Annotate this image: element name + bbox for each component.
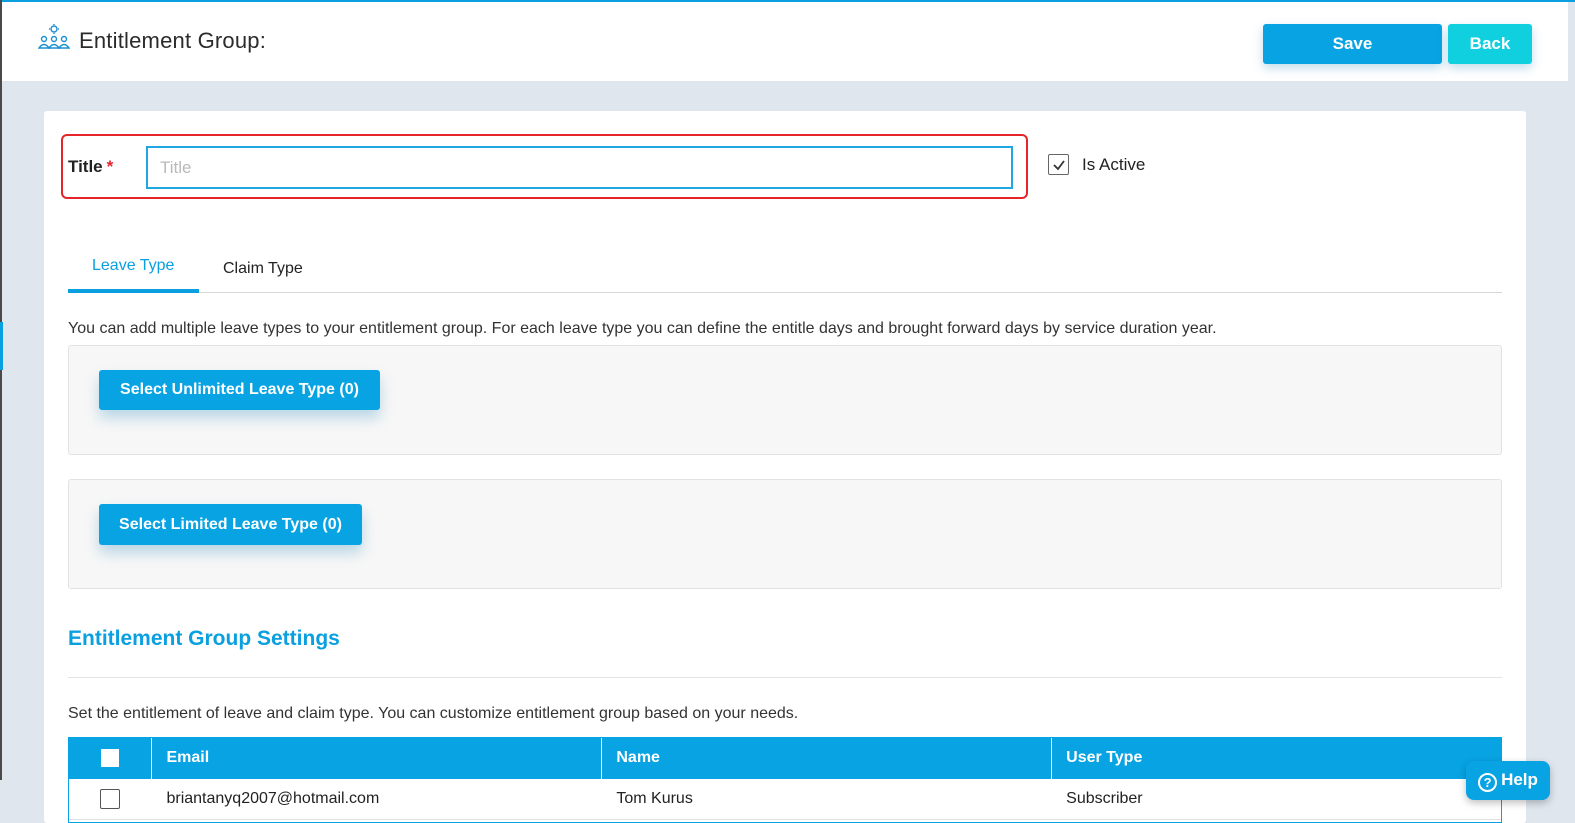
cell-name: Tom Kurus xyxy=(601,779,1053,820)
left-sidebar-edge xyxy=(0,0,2,780)
column-header-name[interactable]: Name xyxy=(601,737,1053,779)
leave-type-description: You can add multiple leave types to your… xyxy=(68,320,1217,337)
left-sidebar-accent xyxy=(0,322,3,370)
user-group-settings-icon xyxy=(37,24,71,52)
checkmark-icon xyxy=(1053,160,1065,171)
help-label: Help xyxy=(1501,769,1538,789)
help-button[interactable]: ? Help xyxy=(1466,761,1550,800)
cell-user-type: Subscriber xyxy=(1051,779,1502,820)
column-header-email[interactable]: Email xyxy=(151,737,603,779)
title-label: Title * xyxy=(68,157,114,176)
required-marker: * xyxy=(106,157,114,176)
tabs-divider xyxy=(68,292,1502,293)
is-active-label: Is Active xyxy=(1082,155,1146,174)
settings-divider xyxy=(68,677,1502,678)
select-unlimited-leave-button[interactable]: Select Unlimited Leave Type (0) xyxy=(99,370,380,410)
tab-leave-type[interactable]: Leave Type xyxy=(92,257,174,275)
title-input[interactable] xyxy=(146,146,1013,189)
cell-email: briantanyq2007@hotmail.com xyxy=(151,779,603,820)
active-tab-indicator xyxy=(68,289,199,293)
select-all-checkbox[interactable] xyxy=(100,748,119,767)
help-question-icon: ? xyxy=(1478,772,1498,792)
column-header-user-type[interactable]: User Type xyxy=(1051,737,1502,779)
settings-heading: Entitlement Group Settings xyxy=(68,627,340,650)
row-select-cell xyxy=(68,779,153,820)
settings-description: Set the entitlement of leave and claim t… xyxy=(68,705,799,722)
is-active-checkbox[interactable] xyxy=(1048,154,1069,175)
select-all-column xyxy=(68,737,153,779)
row-checkbox[interactable] xyxy=(99,788,120,809)
back-button[interactable]: Back xyxy=(1448,24,1532,64)
save-button[interactable]: Save xyxy=(1263,24,1442,64)
table-header-row: Email Name User Type xyxy=(68,737,1502,779)
table-row: briantanyq2007@hotmail.com Tom Kurus Sub… xyxy=(68,779,1502,820)
page-title: Entitlement Group: xyxy=(79,28,267,53)
users-table: Email Name User Type briantanyq2007@hotm… xyxy=(68,737,1502,820)
select-limited-leave-button[interactable]: Select Limited Leave Type (0) xyxy=(99,504,362,545)
tab-claim-type[interactable]: Claim Type xyxy=(223,260,303,278)
